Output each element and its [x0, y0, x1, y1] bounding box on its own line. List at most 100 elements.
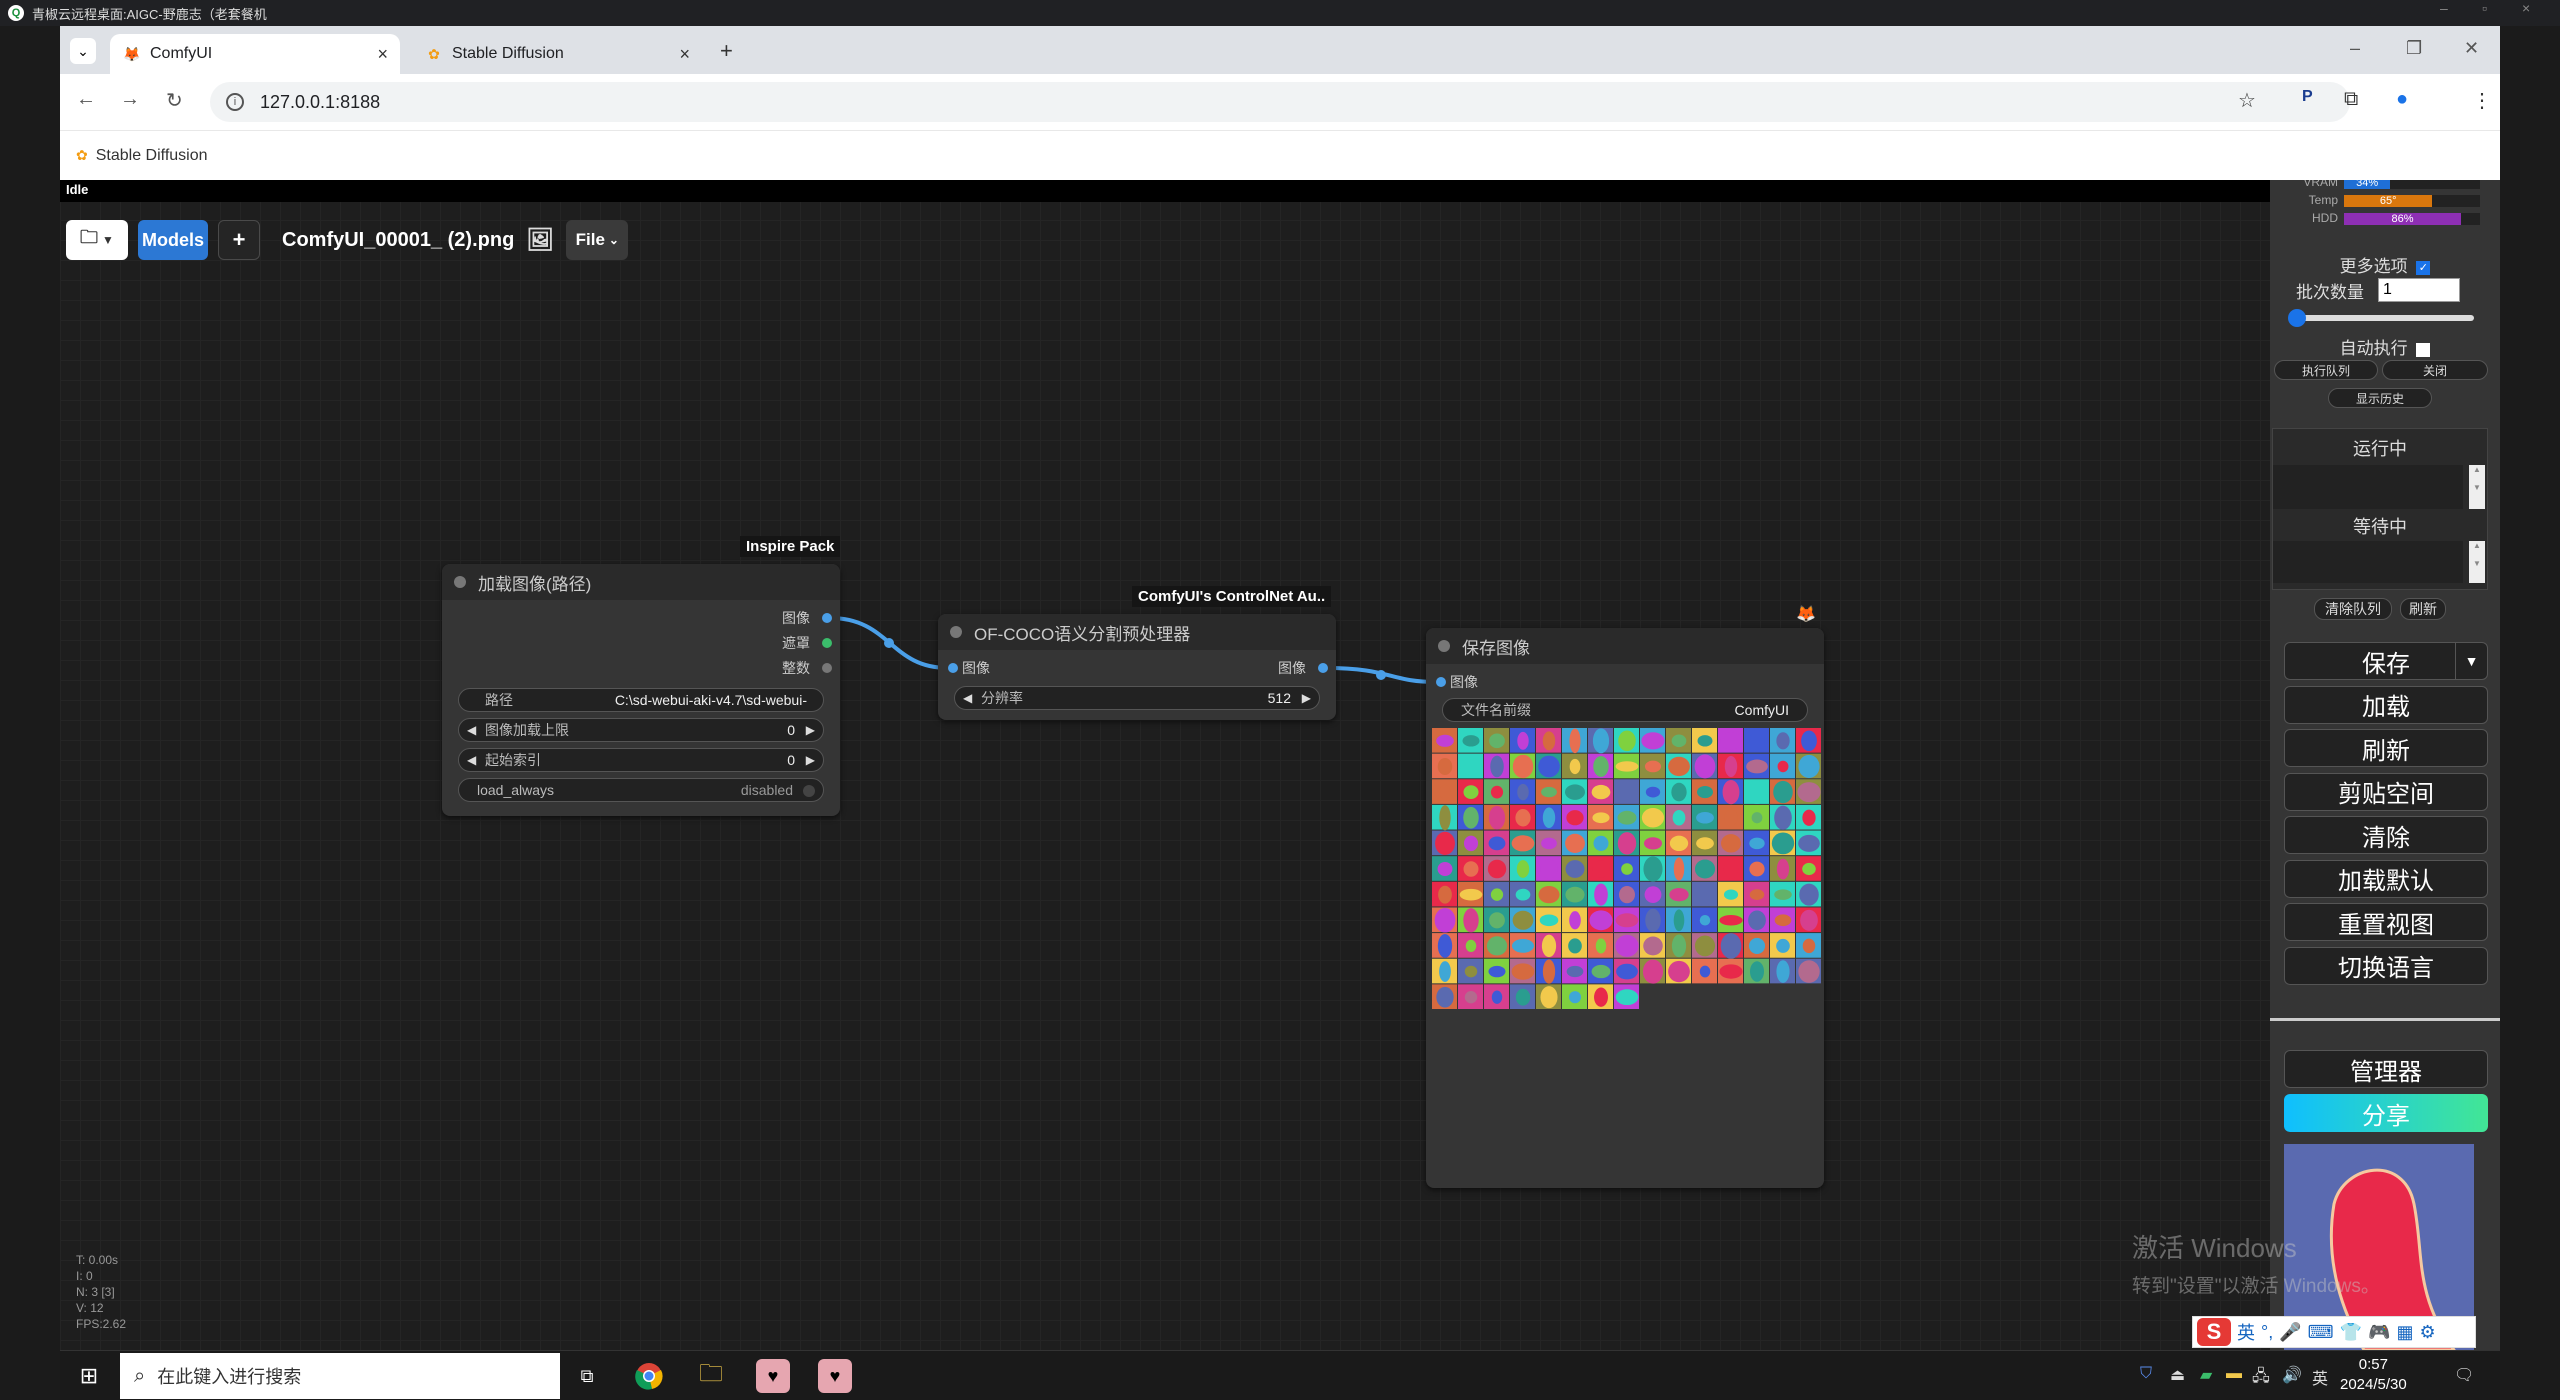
menu-grid-icon[interactable]: ▦	[2396, 1322, 2413, 1343]
nvidia-icon[interactable]: ▰	[2200, 1365, 2212, 1385]
windows-start-icon[interactable]: ⊞	[72, 1359, 106, 1393]
output-port-image[interactable]: 图像	[782, 608, 832, 628]
segmentation-preview-image[interactable]	[1432, 728, 1822, 1010]
auto-queue-checkbox[interactable]	[2416, 342, 2431, 357]
more-options-checkbox[interactable]: ✓	[2416, 260, 2431, 275]
reload-icon[interactable]: ↻	[166, 88, 183, 113]
node-load-image-path[interactable]: 加载图像(路径) 图像 遮罩 整数 路径 C:\sd-webui-aki-v4.…	[442, 564, 840, 816]
taskbar-clock[interactable]: 0:57 2024/5/30	[2340, 1355, 2407, 1395]
pending-scrollbar[interactable]: ▲ ▼	[2469, 541, 2485, 583]
queue-button[interactable]: 执行队列	[2274, 360, 2378, 380]
task-view-icon[interactable]: ⧉	[570, 1359, 604, 1393]
link-midpoint[interactable]	[1376, 670, 1386, 680]
batch-count-slider[interactable]	[2288, 309, 2474, 327]
clear-queue-button[interactable]: 清除队列	[2314, 598, 2392, 620]
manager-button[interactable]: 管理器	[2284, 1050, 2488, 1088]
skin-icon[interactable]: 👕	[2340, 1322, 2362, 1343]
settings-gear-icon[interactable]: ⚙	[2419, 1322, 2435, 1343]
share-button[interactable]: 分享	[2284, 1094, 2488, 1132]
tab-stable-diffusion[interactable]: ✿ Stable Diffusion ×	[412, 34, 702, 74]
chrome-app-icon[interactable]	[632, 1359, 666, 1393]
address-bar[interactable]: i 127.0.0.1:8188	[210, 82, 2350, 122]
volume-icon[interactable]: 🔊	[2282, 1365, 2302, 1385]
panel-button-2[interactable]: 刷新	[2284, 729, 2488, 767]
browser-menu-icon[interactable]: ⋮	[2472, 88, 2492, 113]
output-port-mask[interactable]: 遮罩	[782, 633, 832, 653]
panel-button-0[interactable]: 保存 ▼	[2284, 642, 2488, 680]
widget-load-always[interactable]: load_always disabled	[458, 778, 824, 802]
file-explorer-icon[interactable]: 🗀	[694, 1359, 728, 1393]
node-title[interactable]: 保存图像	[1426, 628, 1824, 664]
input-port-image[interactable]: 图像	[948, 658, 990, 678]
keyboard-icon[interactable]: ⌨	[2308, 1322, 2334, 1343]
tab-close-icon[interactable]: ×	[679, 44, 690, 65]
node-collapse-dot[interactable]	[950, 626, 962, 638]
widget-image-load-cap[interactable]: ◀ 图像加载上限 0 ▶	[458, 718, 824, 742]
node-title[interactable]: OF-COCO语义分割预处理器	[938, 614, 1336, 650]
panel-button-4[interactable]: 清除	[2284, 816, 2488, 854]
ime-toolbar[interactable]: S 英 °, 🎤 ⌨ 👕 🎮 ▦ ⚙	[2192, 1316, 2476, 1348]
site-info-icon[interactable]: i	[226, 93, 244, 111]
node-collapse-dot[interactable]	[454, 576, 466, 588]
comfy-canvas[interactable]: Idle 🗀 ▼ Models + ComfyUI_00001_ (2).png …	[60, 180, 2500, 1350]
tab-comfyui[interactable]: 🦊 ComfyUI ×	[110, 34, 400, 74]
increment-arrow-icon[interactable]: ▶	[806, 723, 815, 737]
defender-shield-icon[interactable]: ⛉	[2140, 1365, 2152, 1383]
slider-thumb[interactable]	[2288, 309, 2306, 327]
node-ofcoco-preprocessor[interactable]: OF-COCO语义分割预处理器 图像 图像 ◀ 分辨率 512 ▶	[938, 614, 1336, 720]
window-close-icon[interactable]: ✕	[2464, 38, 2479, 59]
tray-language[interactable]: 英	[2312, 1365, 2328, 1389]
taskbar-search[interactable]: ⌕ 在此键入进行搜索	[120, 1353, 560, 1399]
output-port-int[interactable]: 整数	[782, 658, 832, 678]
new-tab-plus-icon[interactable]: +	[720, 38, 733, 64]
node-save-image[interactable]: 保存图像 图像 文件名前缀 ComfyUI	[1426, 628, 1824, 1188]
punctuation-icon[interactable]: °,	[2261, 1322, 2273, 1343]
app-anime-icon[interactable]: ♥	[818, 1359, 852, 1393]
minimize-icon[interactable]: –	[2440, 0, 2448, 16]
decrement-arrow-icon[interactable]: ◀	[467, 723, 476, 737]
close-button[interactable]: 关闭	[2382, 360, 2488, 380]
extensions-puzzle-icon[interactable]: ⧉	[2344, 88, 2358, 111]
port-dot[interactable]	[1436, 677, 1446, 687]
running-scrollbar[interactable]: ▲ ▼	[2469, 465, 2485, 509]
profile-avatar-icon[interactable]: ●	[2396, 88, 2408, 111]
widget-start-index[interactable]: ◀ 起始索引 0 ▶	[458, 748, 824, 772]
panel-button-7[interactable]: 切换语言	[2284, 946, 2488, 985]
bookmark-star-icon[interactable]: ☆	[2238, 88, 2256, 113]
notification-icon[interactable]: 🗨	[2454, 1365, 2474, 1385]
widget-filename-prefix[interactable]: 文件名前缀 ComfyUI	[1442, 698, 1808, 722]
microphone-icon[interactable]: 🎤	[2279, 1322, 2301, 1343]
restore-icon[interactable]: ▫	[2482, 0, 2487, 16]
panel-button-3[interactable]: 剪贴空间	[2284, 772, 2488, 811]
tab-close-icon[interactable]: ×	[377, 44, 388, 65]
input-port-image[interactable]: 图像	[1436, 672, 1478, 692]
more-options-row[interactable]: 更多选项 ✓	[2270, 252, 2500, 277]
node-collapse-dot[interactable]	[1438, 640, 1450, 652]
widget-resolution[interactable]: ◀ 分辨率 512 ▶	[954, 686, 1320, 710]
auto-queue-row[interactable]: 自动执行	[2270, 334, 2500, 359]
port-dot[interactable]	[822, 613, 832, 623]
app-anime-icon[interactable]: ♥	[756, 1359, 790, 1393]
batch-count-input[interactable]	[2378, 278, 2460, 302]
tab-search-chevron-down-icon[interactable]: ⌄	[70, 38, 96, 64]
panel-button-6[interactable]: 重置视图	[2284, 903, 2488, 941]
toggle-dot[interactable]	[803, 785, 815, 797]
show-history-button[interactable]: 显示历史	[2328, 388, 2432, 408]
gamepad-icon[interactable]: 🎮	[2368, 1322, 2390, 1343]
back-arrow-icon[interactable]: ←	[76, 88, 96, 111]
extension-p-icon[interactable]: P	[2302, 88, 2313, 106]
network-icon[interactable]: 🖧	[2252, 1365, 2270, 1392]
usb-icon[interactable]: ⏏	[2170, 1365, 2185, 1385]
widget-path[interactable]: 路径 C:\sd-webui-aki-v4.7\sd-webui-	[458, 688, 824, 712]
increment-arrow-icon[interactable]: ▶	[806, 753, 815, 767]
output-port-image[interactable]: 图像	[1278, 658, 1328, 678]
window-minimize-icon[interactable]: –	[2350, 38, 2360, 59]
decrement-arrow-icon[interactable]: ◀	[467, 753, 476, 767]
panel-button-1[interactable]: 加载	[2284, 685, 2488, 724]
decrement-arrow-icon[interactable]: ◀	[963, 691, 972, 705]
node-title[interactable]: 加载图像(路径)	[442, 564, 840, 600]
forward-arrow-icon[interactable]: →	[120, 88, 140, 111]
close-icon[interactable]: ×	[2522, 0, 2530, 16]
link-midpoint[interactable]	[884, 638, 894, 648]
folder-tray-icon[interactable]: ▬	[2226, 1365, 2242, 1383]
